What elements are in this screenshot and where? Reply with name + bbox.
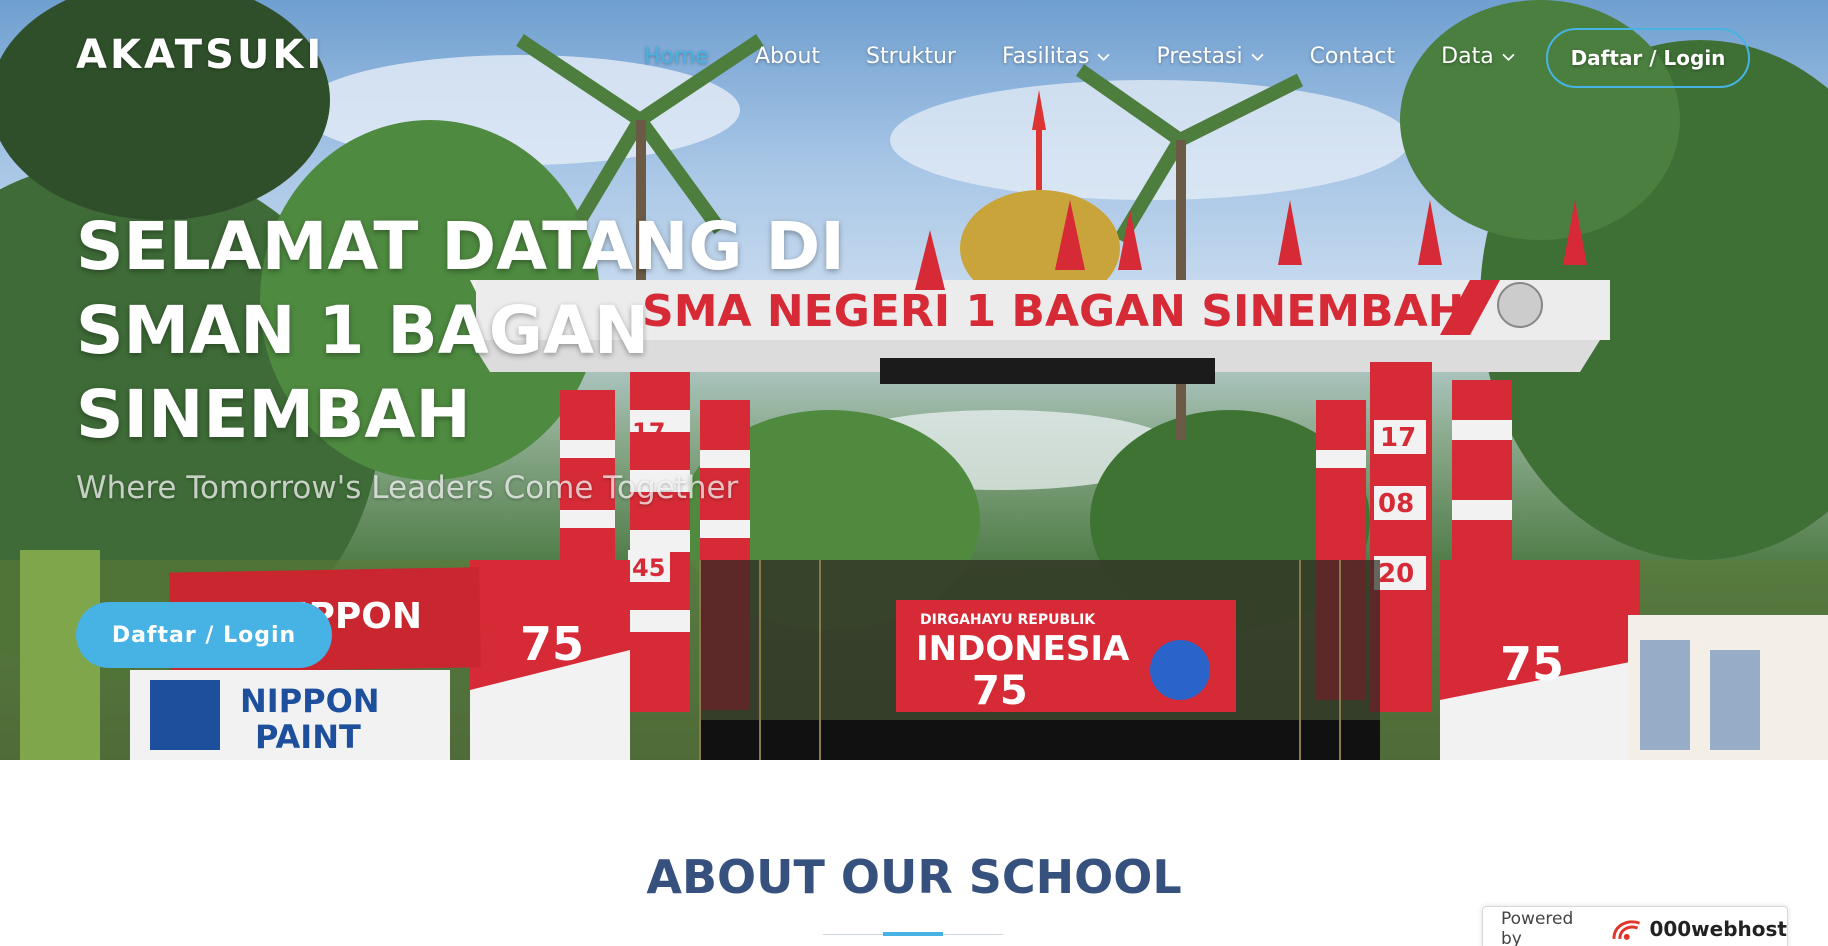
nippon-banner-word-2: PAINT [255, 718, 361, 756]
nav-fasilitas[interactable]: Fasilitas [1002, 44, 1110, 69]
pillar-label-08: 08 [1378, 489, 1414, 519]
banner-top-text: DIRGAHAYU REPUBLIK [920, 612, 1096, 628]
nav-home[interactable]: Home [644, 44, 709, 69]
nav-contact-label: Contact [1309, 44, 1396, 69]
wall-75-left: 75 [520, 617, 584, 671]
nav-fasilitas-label: Fasilitas [1001, 44, 1090, 69]
chevron-down-icon [1097, 53, 1110, 61]
nav-login-button[interactable]: Daftar / Login [1546, 28, 1750, 88]
powered-by-brand: 000webhost [1649, 916, 1787, 941]
banner-main-text: INDONESIA [916, 629, 1130, 669]
chevron-down-icon [1251, 53, 1264, 61]
webhost-logo-icon [1612, 919, 1640, 940]
about-section-title: ABOUT OUR SCHOOL [646, 850, 1182, 904]
chevron-down-icon [1502, 53, 1515, 61]
section-divider-accent [883, 932, 943, 936]
hero-title-line-2: SMAN 1 BAGAN [76, 292, 650, 369]
nav-struktur-label: Struktur [866, 44, 956, 69]
hero-section: SMA NEGERI 1 BAGAN SINEMBAH 17 45 17 08 … [0, 0, 1828, 760]
hero-title-line-1: SELAMAT DATANG DI [76, 208, 845, 285]
pillar-label-17: 17 [1380, 423, 1416, 453]
nav-about-label: About [754, 44, 821, 69]
nav-home-label: Home [644, 44, 709, 69]
pillar-label-20: 20 [1378, 559, 1414, 589]
nav-prestasi-label: Prestasi [1156, 44, 1243, 69]
nippon-banner-word-1: NIPPON [240, 682, 380, 720]
nav-data[interactable]: Data [1441, 44, 1515, 69]
svg-text:45: 45 [632, 554, 665, 582]
hero-subtitle: Where Tomorrow's Leaders Come Together [76, 470, 739, 506]
nav-prestasi[interactable]: Prestasi [1156, 44, 1264, 69]
powered-by-text: Powered by [1501, 908, 1574, 946]
banner-number-text: 75 [972, 668, 1028, 714]
wall-75-right: 75 [1500, 637, 1564, 691]
nav-struktur[interactable]: Struktur [866, 44, 956, 69]
nav-data-label: Data [1441, 44, 1494, 69]
hero-title: SELAMAT DATANG DI SMAN 1 BAGAN SINEMBAH [76, 205, 876, 457]
nav-about[interactable]: About [755, 44, 820, 69]
main-nav: Home About Struktur Fasilitas Prestasi C… [644, 44, 1561, 69]
hero-title-line-3: SINEMBAH [76, 376, 471, 453]
hero-login-button[interactable]: Daftar / Login [76, 602, 332, 668]
powered-by-badge[interactable]: Powered by 000webhost [1482, 906, 1788, 946]
nav-contact[interactable]: Contact [1310, 44, 1396, 69]
site-logo[interactable]: AKATSUKI [76, 32, 324, 78]
